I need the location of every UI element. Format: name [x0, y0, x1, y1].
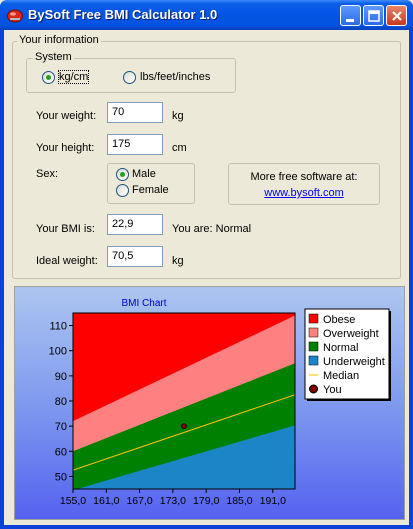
maximize-button[interactable]	[363, 5, 384, 26]
height-unit: cm	[172, 142, 187, 154]
weight-unit: kg	[172, 110, 184, 122]
male-radio[interactable]	[116, 168, 129, 181]
female-radio-label[interactable]: Female	[132, 184, 169, 196]
close-button[interactable]	[386, 5, 407, 26]
y-tick-label: 60	[55, 446, 67, 458]
y-tick-label: 90	[55, 371, 67, 383]
kgcm-radio[interactable]	[42, 71, 55, 84]
y-tick-label: 100	[49, 346, 67, 358]
app-window: BySoft Free BMI Calculator 1.0 Your info…	[0, 0, 413, 529]
legend-label-obese: Obese	[323, 314, 355, 326]
lbs-feet-inches-radio-label[interactable]: lbs/feet/inches	[140, 71, 210, 83]
height-input[interactable]: 175	[107, 134, 163, 155]
y-tick-label: 110	[49, 321, 67, 333]
ideal-weight-label: Ideal weight:	[36, 255, 98, 267]
website-link[interactable]: www.bysoft.com	[228, 187, 380, 199]
y-tick-label: 70	[55, 421, 67, 433]
legend-label-you: You	[323, 384, 342, 396]
sex-label: Sex:	[36, 168, 59, 180]
chart-title: BMI Chart	[121, 298, 166, 309]
radio-selected-dot	[46, 75, 51, 80]
title-bar[interactable]: BySoft Free BMI Calculator 1.0	[0, 0, 413, 30]
bmi-chart-panel: BMI Chart 50 60 70 80 90 100 110 155,0 161,0 167,0…	[14, 286, 405, 520]
system-group-legend: System	[33, 51, 74, 63]
height-label: Your height:	[36, 142, 95, 154]
bmi-result-text: You are: Normal	[172, 223, 252, 235]
weight-input[interactable]: 70	[107, 102, 163, 123]
window-title: BySoft Free BMI Calculator 1.0	[28, 7, 218, 22]
female-radio[interactable]	[116, 184, 129, 197]
promo-text: More free software at:	[250, 171, 358, 183]
x-tick-label: 179,0	[193, 495, 219, 507]
x-tick-label: 191,0	[260, 495, 286, 507]
legend-swatch-you	[309, 384, 318, 394]
client-area: Your information System kg/cm lbs/feet/i…	[4, 30, 409, 525]
legend-label-underweight: Underweight	[323, 356, 385, 368]
info-group-legend: Your information	[17, 34, 101, 46]
x-tick-label: 167,0	[126, 495, 152, 507]
bmi-output: 22,9	[107, 214, 163, 235]
kgcm-radio-label[interactable]: kg/cm	[57, 70, 90, 84]
radio-selected-dot	[120, 172, 125, 177]
bmi-chart: BMI Chart 50 60 70 80 90 100 110 155,0 161,0 167,0…	[49, 298, 391, 507]
legend-swatch-obese	[308, 313, 319, 324]
bmi-label: Your BMI is:	[36, 223, 95, 235]
legend-swatch-overweight	[308, 327, 319, 338]
x-tick-label: 161,0	[93, 495, 119, 507]
x-tick-label: 185,0	[226, 495, 252, 507]
x-tick-label: 155,0	[60, 495, 86, 507]
legend-label-overweight: Overweight	[323, 328, 379, 340]
male-radio-label[interactable]: Male	[132, 168, 156, 180]
lbs-feet-inches-radio[interactable]	[123, 71, 136, 84]
y-tick-label: 80	[55, 396, 67, 408]
ideal-weight-unit: kg	[172, 255, 184, 267]
you-marker	[181, 423, 187, 430]
legend-label-normal: Normal	[323, 342, 358, 354]
close-icon	[392, 11, 402, 21]
minimize-button[interactable]	[340, 5, 361, 26]
app-icon	[7, 9, 23, 23]
legend-swatch-underweight	[308, 355, 319, 366]
maximize-icon	[368, 10, 380, 22]
x-tick-label: 173,0	[160, 495, 186, 507]
minimize-icon	[346, 19, 354, 22]
ideal-weight-output: 70,5	[107, 246, 163, 267]
legend-swatch-normal	[308, 341, 319, 352]
weight-label: Your weight:	[36, 110, 97, 122]
legend-label-median: Median	[323, 370, 359, 382]
y-tick-label: 50	[55, 471, 67, 483]
